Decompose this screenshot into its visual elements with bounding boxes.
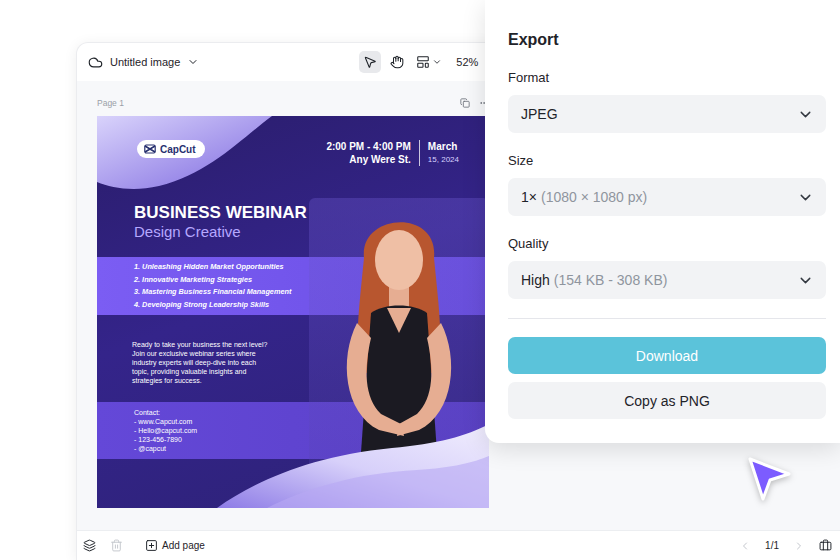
add-page-button[interactable]: Add page — [145, 539, 205, 552]
time-place: 2:00 PM - 4:00 PMAny Were St. — [326, 140, 410, 166]
assets-button[interactable] — [819, 539, 832, 552]
layers-icon — [83, 539, 96, 552]
separator — [419, 140, 420, 166]
field-label: Quality — [508, 236, 826, 252]
field-label: Format — [508, 70, 826, 86]
select-value: 1×(1080 × 1080 px) — [521, 189, 647, 205]
event-time: 2:00 PM - 4:00 PMAny Were St. March15, 20… — [326, 140, 459, 166]
copy-png-button[interactable]: Copy as PNG — [508, 382, 826, 419]
bottom-bar: Add page 1/1 — [77, 530, 840, 560]
select-field[interactable]: JPEG — [508, 95, 826, 133]
chevron-down-icon — [187, 56, 199, 68]
chevron-left-icon — [739, 540, 751, 552]
chevron-down-icon — [797, 272, 814, 289]
cloud-icon — [88, 55, 103, 70]
chevron-down-icon — [432, 57, 442, 67]
capcut-logo-icon — [144, 144, 156, 154]
document-title[interactable]: Untitled image — [88, 55, 199, 70]
export-panel: Export Format JPEG Size 1×(1080 × 1080 px) Qu… — [485, 0, 840, 443]
pager: 1/1 — [739, 539, 832, 552]
tool-button[interactable] — [386, 51, 408, 73]
select-value: High(154 KB - 308 KB) — [521, 272, 667, 288]
chevron-down-icon — [797, 106, 814, 123]
select-hint: (154 KB - 308 KB) — [554, 272, 668, 288]
page-label: Page 1 — [97, 98, 124, 108]
duplicate-icon[interactable] — [460, 98, 470, 108]
trash-button[interactable] — [110, 539, 123, 552]
page-count: 1/1 — [765, 540, 779, 551]
download-button[interactable]: Download — [508, 337, 826, 374]
poster[interactable]: CapCut 2:00 PM - 4:00 PMAny Were St. March… — [97, 116, 489, 508]
title-text: Untitled image — [110, 56, 180, 68]
zoom-level[interactable]: 52% — [456, 56, 478, 68]
briefcase-icon — [819, 539, 832, 552]
event-date: March15, 2024 — [428, 140, 459, 166]
select-value: JPEG — [521, 106, 558, 122]
cursor-icon — [746, 455, 792, 503]
layers-button[interactable] — [83, 539, 96, 552]
page-header: Page 1 — [97, 96, 489, 110]
field-label: Size — [508, 153, 826, 169]
brand-logo: CapCut — [137, 140, 205, 158]
next-page-button[interactable] — [793, 540, 805, 552]
pointer-icon — [363, 55, 377, 69]
layout-icon — [416, 55, 430, 69]
tool-group: 52% — [359, 51, 478, 73]
tool-button[interactable] — [359, 51, 381, 73]
select-field[interactable]: 1×(1080 × 1080 px) — [508, 178, 826, 216]
trash-icon — [110, 539, 123, 552]
screen: Untitled image 52% Page 1 CapCut 2:00 PM - 4… — [0, 0, 840, 560]
select-hint: (1080 × 1080 px) — [541, 189, 647, 205]
chevron-right-icon — [793, 540, 805, 552]
page-tools: Add page — [83, 539, 205, 552]
divider — [508, 318, 826, 319]
poster-header: CapCut 2:00 PM - 4:00 PMAny Were St. March… — [97, 140, 489, 166]
bottom-wave-icon — [97, 418, 489, 508]
chevron-down-icon — [797, 189, 814, 206]
hand-icon — [390, 55, 404, 69]
select-field[interactable]: High(154 KB - 308 KB) — [508, 261, 826, 299]
export-title: Export — [508, 30, 826, 50]
previous-page-button[interactable] — [739, 540, 751, 552]
add-page-icon — [145, 539, 158, 552]
tool-button[interactable] — [413, 51, 445, 73]
